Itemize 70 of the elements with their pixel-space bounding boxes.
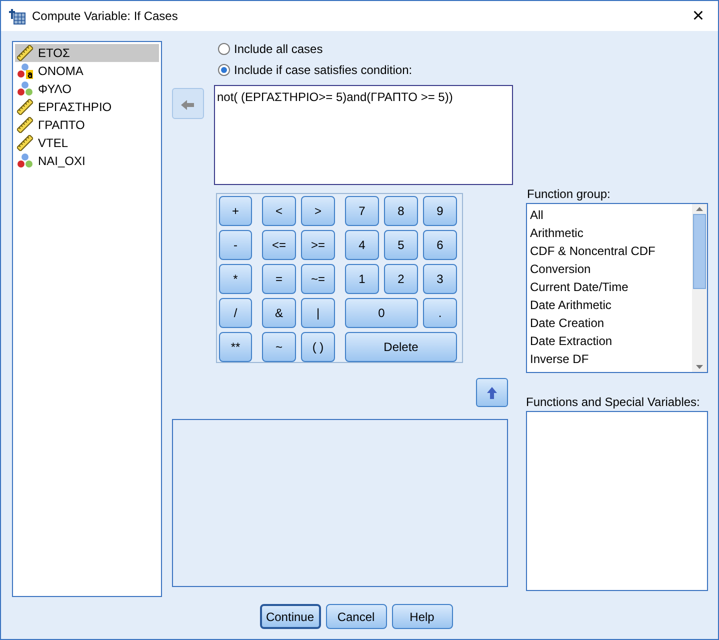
function-group-item[interactable]: CDF & Noncentral CDF	[530, 242, 692, 260]
dialog-button[interactable]: Continue	[260, 604, 320, 629]
variable-item[interactable]: ΓΡΑΠΤΟ	[15, 116, 159, 134]
function-group-item[interactable]: Inverse DF	[530, 350, 692, 368]
function-group-item[interactable]: All	[530, 206, 692, 224]
function-group-item[interactable]: Date Extraction	[530, 332, 692, 350]
dialog-button[interactable]: Help	[392, 604, 452, 629]
scroll-down-icon[interactable]	[696, 365, 703, 369]
ruler-icon	[17, 45, 33, 61]
variable-item[interactable]: ΕΤΟΣ	[15, 44, 159, 62]
radio-label: Include all cases	[234, 41, 323, 58]
function-group-item[interactable]: Arithmetic	[530, 224, 692, 242]
three-balls-icon	[17, 153, 33, 169]
radio-button[interactable]	[218, 64, 230, 76]
keypad-key[interactable]: -	[219, 230, 252, 260]
keypad-key[interactable]: *	[219, 264, 252, 294]
keypad-key[interactable]: 1	[345, 264, 379, 294]
keypad-key[interactable]: 5	[384, 230, 418, 260]
close-button[interactable]: ×	[692, 6, 704, 26]
functions-label: Functions and Special Variables:	[526, 394, 701, 411]
keypad-key[interactable]: **	[219, 332, 252, 362]
function-group-item[interactable]: Date Creation	[530, 314, 692, 332]
radio-button[interactable]	[218, 43, 230, 55]
app-icon	[9, 8, 26, 24]
variable-item[interactable]: ΕΡΓΑΣΤΗΡΙΟ	[15, 98, 159, 116]
function-group-item[interactable]: Conversion	[530, 260, 692, 278]
keypad-key[interactable]: ~=	[301, 264, 335, 294]
function-group-item[interactable]: Current Date/Time	[530, 278, 692, 296]
three-balls-icon	[17, 81, 33, 97]
scroll-up-icon[interactable]	[696, 207, 703, 211]
keypad-key[interactable]: 0	[345, 298, 418, 328]
bent-arrow-icon	[181, 98, 195, 110]
move-up-button[interactable]	[476, 378, 508, 407]
condition-field[interactable]: not( (ΕΡΓΑΣΤΗΡΙΟ>= 5)and(ΓΡΑΠΤΟ >= 5))	[214, 85, 513, 185]
variable-item[interactable]: VTEL	[15, 134, 159, 152]
keypad-key[interactable]: <	[262, 196, 296, 226]
keypad-key[interactable]: Delete	[345, 332, 457, 362]
variable-item[interactable]: ΦΥΛΟ	[15, 80, 159, 98]
keypad-key[interactable]: &	[262, 298, 296, 328]
keypad-key[interactable]: |	[301, 298, 335, 328]
keypad-key[interactable]: /	[219, 298, 252, 328]
ruler-icon	[17, 117, 33, 133]
keypad-key[interactable]: ( )	[301, 332, 335, 362]
keypad-key[interactable]: =	[262, 264, 296, 294]
keypad-key[interactable]: ~	[262, 332, 296, 362]
move-arrow-button[interactable]	[172, 88, 204, 119]
ruler-icon	[17, 99, 33, 115]
keypad-key[interactable]: +	[219, 196, 252, 226]
keypad-key[interactable]: >=	[301, 230, 335, 260]
keypad-key[interactable]: 3	[423, 264, 457, 294]
radio-label: Include if case satisfies condition:	[234, 62, 412, 79]
three-balls-icon	[17, 63, 33, 79]
ruler-icon	[17, 135, 33, 151]
keypad-key[interactable]: 7	[345, 196, 379, 226]
scrollbar[interactable]	[692, 204, 707, 372]
keypad-key[interactable]: 9	[423, 196, 457, 226]
keypad-key[interactable]: <=	[262, 230, 296, 260]
variable-item[interactable]: ΟΝΟΜΑ	[15, 62, 159, 80]
function-group-item[interactable]: Date Arithmetic	[530, 296, 692, 314]
keypad-key[interactable]: 4	[345, 230, 379, 260]
keypad-key[interactable]: .	[423, 298, 457, 328]
keypad-key[interactable]: 2	[384, 264, 418, 294]
keypad-key[interactable]: 6	[423, 230, 457, 260]
variable-item[interactable]: ΝΑΙ_ΟΧΙ	[15, 152, 159, 170]
dialog-button[interactable]: Cancel	[326, 604, 386, 629]
up-arrow-icon	[487, 386, 497, 398]
function-group-label: Function group:	[526, 186, 612, 203]
keypad-key[interactable]: 8	[384, 196, 418, 226]
keypad-key[interactable]: >	[301, 196, 335, 226]
window-title: Compute Variable: If Cases	[32, 8, 178, 25]
